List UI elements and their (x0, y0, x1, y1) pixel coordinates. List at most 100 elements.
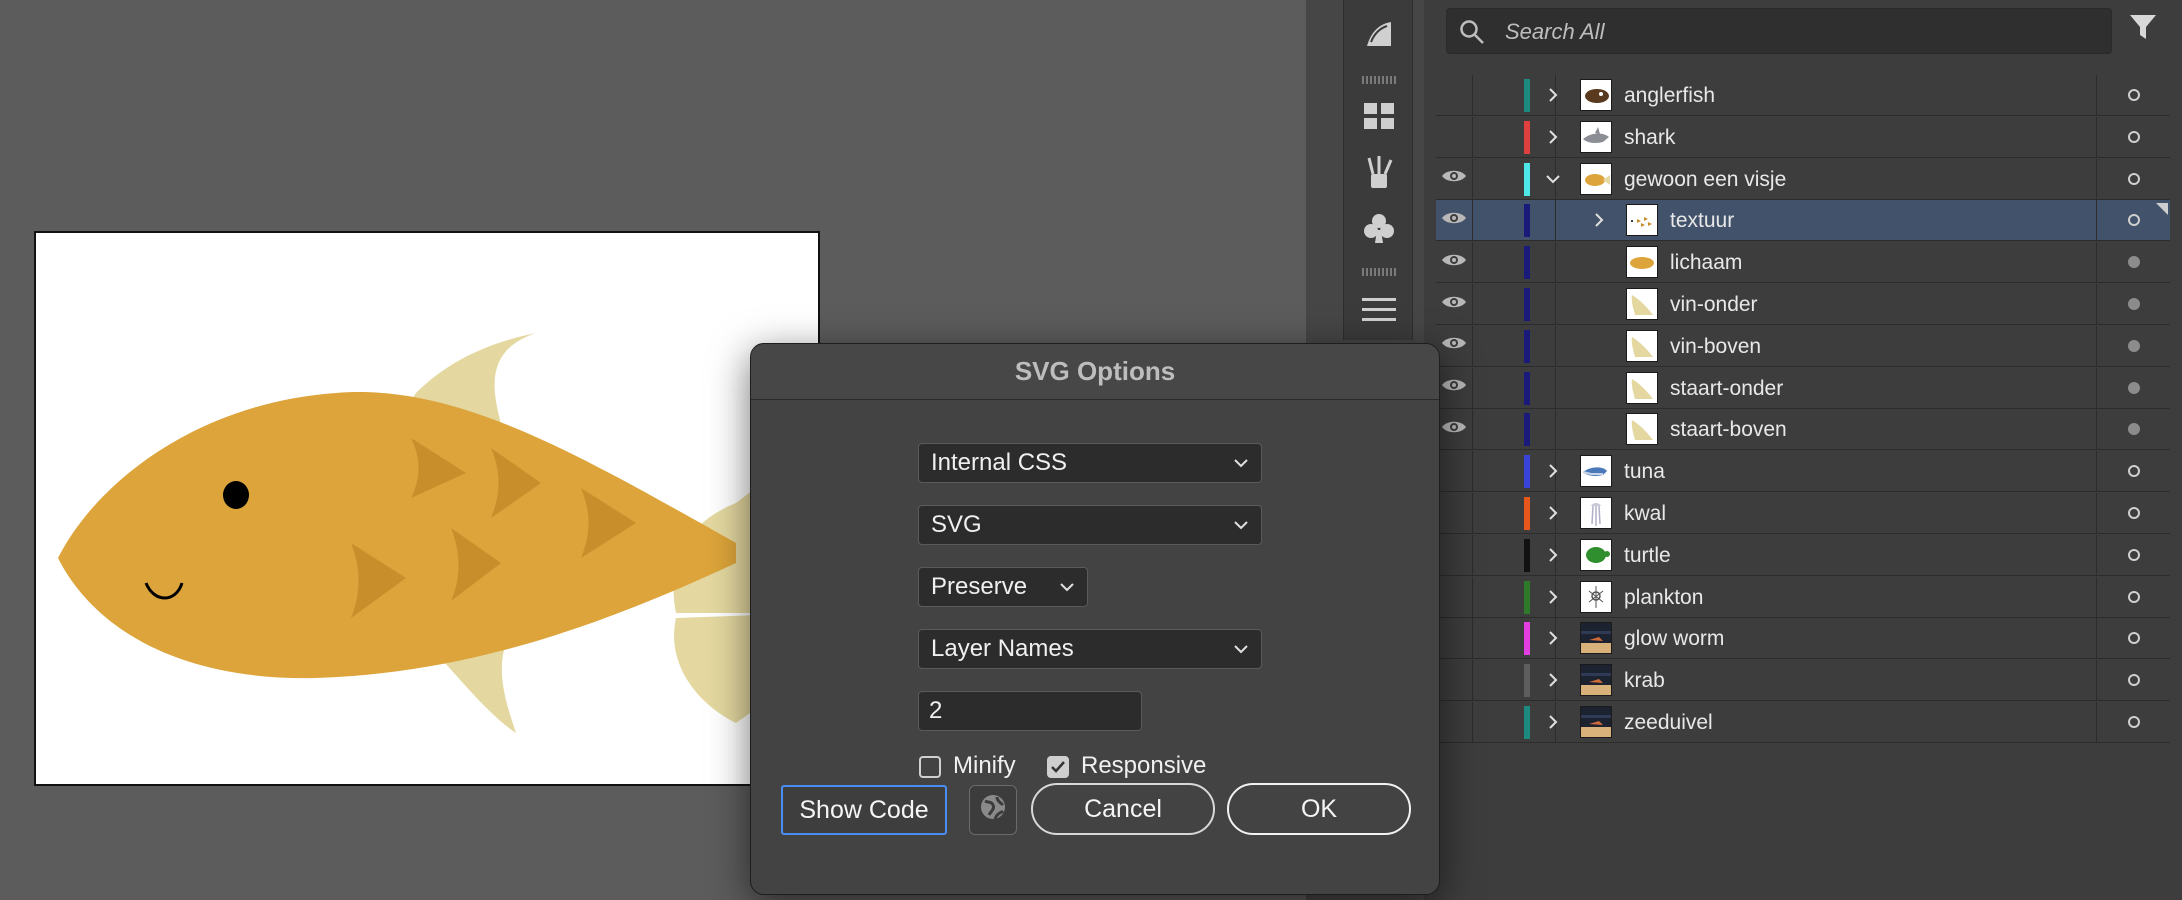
layer-row-gewoon-een-visje[interactable]: gewoon een visje (1436, 158, 2170, 200)
layer-row-shark[interactable]: shark (1436, 116, 2170, 158)
target-toggle[interactable] (2096, 618, 2170, 659)
target-toggle[interactable] (2096, 576, 2170, 617)
visibility-toggle[interactable] (1436, 577, 1472, 617)
chevron-right-icon[interactable] (1542, 711, 1564, 733)
panel-grip[interactable] (1362, 76, 1396, 84)
responsive-checkbox[interactable] (1047, 756, 1069, 778)
target-toggle[interactable] (2096, 158, 2170, 199)
layer-color-swatch (1524, 538, 1530, 572)
filter-icon[interactable] (2128, 12, 2158, 47)
lock-toggle[interactable] (1472, 200, 1556, 241)
lock-toggle[interactable] (1472, 367, 1556, 408)
target-circle-icon (2127, 716, 2140, 728)
layer-color-swatch (1524, 706, 1530, 739)
target-toggle[interactable] (2096, 493, 2170, 533)
target-toggle[interactable] (2096, 534, 2170, 575)
chevron-right-icon[interactable] (1542, 586, 1564, 608)
panel-grip[interactable] (1362, 268, 1396, 276)
visibility-toggle[interactable] (1436, 660, 1472, 700)
images-select[interactable]: Preserve (918, 567, 1088, 607)
layer-thumbnail (1580, 706, 1612, 738)
target-toggle[interactable] (2096, 284, 2170, 324)
menu-icon[interactable] (1359, 290, 1399, 330)
layer-name: vin-onder (1670, 293, 1758, 316)
target-toggle[interactable] (2096, 200, 2170, 241)
layer-thumbnail (1626, 204, 1658, 237)
visibility-toggle[interactable] (1436, 493, 1472, 533)
cancel-button[interactable]: Cancel (1031, 783, 1215, 835)
chevron-right-icon[interactable] (1542, 544, 1564, 566)
chevron-right-icon[interactable] (1542, 460, 1564, 482)
target-toggle[interactable] (2096, 409, 2170, 450)
visibility-toggle[interactable] (1436, 618, 1472, 658)
layer-row-vin-boven[interactable]: vin-boven (1436, 325, 2170, 367)
target-toggle[interactable] (2096, 702, 2170, 742)
layer-row-krab[interactable]: krab (1436, 660, 2170, 702)
layer-row-kwal[interactable]: kwal (1436, 493, 2170, 534)
libraries-icon[interactable] (1359, 96, 1399, 136)
visibility-toggle[interactable] (1436, 242, 1472, 282)
minify-checkbox[interactable] (919, 756, 941, 778)
layer-row-tuna[interactable]: tuna (1436, 451, 2170, 493)
visibility-toggle[interactable] (1436, 702, 1472, 742)
eye-icon (1441, 252, 1467, 273)
target-toggle[interactable] (2096, 451, 2170, 492)
target-toggle[interactable] (2096, 242, 2170, 283)
visibility-toggle[interactable] (1436, 284, 1472, 324)
object-ids-select[interactable]: Layer Names (918, 629, 1262, 669)
layer-row-staart-boven[interactable]: staart-boven (1436, 409, 2170, 451)
layer-name: vin-boven (1670, 334, 1762, 358)
brushes-icon[interactable] (1359, 152, 1399, 192)
visibility-toggle[interactable] (1436, 75, 1472, 115)
chevron-right-icon[interactable] (1588, 209, 1610, 231)
layer-color-swatch (1524, 246, 1530, 280)
layer-row-lichaam[interactable]: lichaam (1436, 242, 2170, 284)
visibility-toggle[interactable] (1436, 535, 1472, 575)
symbols-icon[interactable] (1359, 208, 1399, 248)
lock-toggle[interactable] (1472, 242, 1556, 283)
search-bar[interactable] (1446, 8, 2112, 54)
target-toggle[interactable] (2096, 116, 2170, 157)
object-ids-value: Layer Names (931, 635, 1074, 662)
ok-button[interactable]: OK (1227, 783, 1411, 835)
chevron-right-icon[interactable] (1542, 126, 1564, 148)
visibility-toggle[interactable] (1436, 159, 1472, 199)
chevron-right-icon[interactable] (1542, 502, 1564, 524)
chevron-right-icon[interactable] (1542, 84, 1564, 106)
layer-row-anglerfish[interactable]: anglerfish (1436, 75, 2170, 116)
lock-toggle[interactable] (1472, 325, 1556, 366)
layer-row-vin-onder[interactable]: vin-onder (1436, 284, 2170, 325)
visibility-toggle[interactable] (1436, 451, 1472, 491)
visibility-toggle[interactable] (1436, 368, 1472, 408)
target-toggle[interactable] (2096, 367, 2170, 408)
visibility-toggle[interactable] (1436, 409, 1472, 449)
properties-icon[interactable] (1359, 14, 1399, 54)
search-input[interactable] (1503, 15, 2097, 49)
layer-row-textuur[interactable]: textuur (1436, 200, 2170, 242)
lock-toggle[interactable] (1472, 284, 1556, 324)
layer-row-plankton[interactable]: plankton (1436, 576, 2170, 618)
target-toggle[interactable] (2096, 325, 2170, 366)
search-icon (1459, 19, 1485, 50)
preview-in-browser-button[interactable] (969, 785, 1017, 835)
visibility-toggle[interactable] (1436, 117, 1472, 157)
lock-toggle[interactable] (1472, 409, 1556, 450)
layer-row-turtle[interactable]: turtle (1436, 534, 2170, 576)
visibility-toggle[interactable] (1436, 200, 1472, 240)
target-circle-icon (2127, 423, 2140, 436)
chevron-right-icon[interactable] (1542, 627, 1564, 649)
target-toggle[interactable] (2096, 660, 2170, 701)
chevron-right-icon[interactable] (1542, 669, 1564, 691)
layer-color-swatch (1524, 371, 1530, 405)
styling-select[interactable]: Internal CSS (918, 443, 1262, 483)
layer-row-zeeduivel[interactable]: zeeduivel (1436, 702, 2170, 743)
visibility-toggle[interactable] (1436, 326, 1472, 366)
show-code-button[interactable]: Show Code (781, 785, 947, 835)
font-select[interactable]: SVG (918, 505, 1262, 545)
artboard[interactable] (34, 231, 820, 786)
layer-row-glow-worm[interactable]: glow worm (1436, 618, 2170, 660)
decimal-input[interactable]: 2 (918, 691, 1142, 731)
layer-row-staart-onder[interactable]: staart-onder (1436, 367, 2170, 409)
chevron-down-icon[interactable] (1542, 168, 1564, 190)
target-toggle[interactable] (2096, 75, 2170, 115)
